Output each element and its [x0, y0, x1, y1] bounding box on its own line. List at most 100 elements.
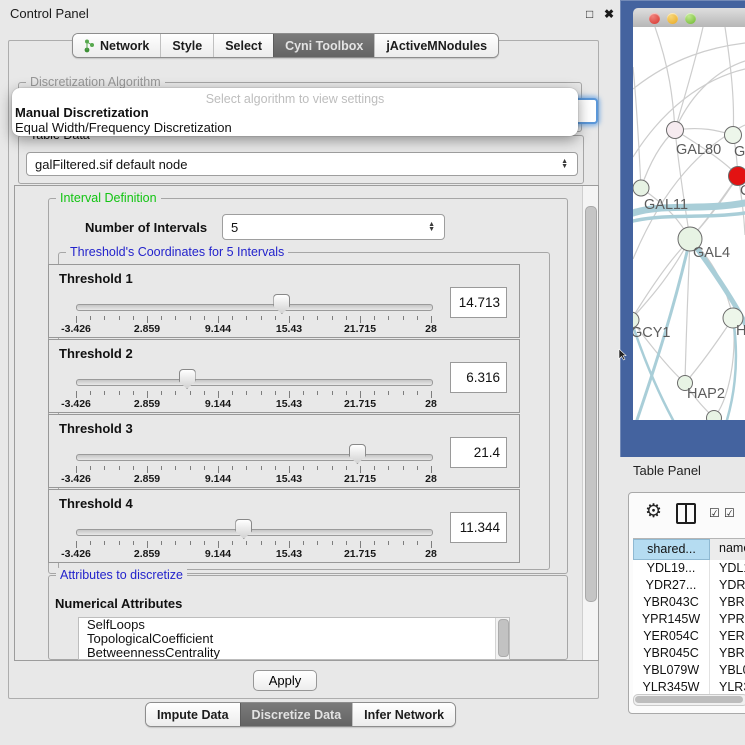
- close-traffic-light-icon[interactable]: [649, 13, 660, 24]
- tab-impute-data[interactable]: Impute Data: [146, 703, 240, 726]
- network-window-titlebar[interactable]: [633, 8, 745, 28]
- column-header-shared-name[interactable]: shared...: [633, 539, 710, 560]
- node-top-right[interactable]: [725, 127, 742, 144]
- tab-cyni-toolbox[interactable]: Cyni Toolbox: [273, 34, 374, 57]
- attributes-scrollbar[interactable]: [495, 618, 509, 659]
- split-view-icon[interactable]: [676, 503, 696, 524]
- slider-scale-label: 15.43: [276, 473, 302, 485]
- slider-tick: [175, 391, 176, 395]
- slider-tick: [403, 316, 404, 320]
- table-row[interactable]: YPR145WYPR1: [633, 611, 745, 628]
- cell-shared-name[interactable]: YER054C: [633, 628, 710, 645]
- cell-name[interactable]: YPR1: [710, 611, 745, 628]
- slider-tick: [204, 391, 205, 395]
- close-icon[interactable]: ✖: [604, 7, 614, 21]
- discretization-algorithm-title: Discretization Algorithm: [26, 75, 165, 89]
- threshold-slider-handle[interactable]: [349, 444, 366, 464]
- slider-tick: [161, 541, 162, 545]
- threshold-slider-track[interactable]: [76, 379, 433, 386]
- cell-shared-name[interactable]: YBR043C: [633, 594, 710, 611]
- tab-label: Select: [225, 39, 262, 53]
- cell-name[interactable]: YER0: [710, 628, 745, 645]
- threshold-slider-track[interactable]: [76, 529, 433, 536]
- network-canvas[interactable]: GAL80GACYGAL11GAL4GCY1HHAP2: [633, 27, 745, 420]
- threshold-slider-handle[interactable]: [179, 369, 196, 389]
- combo-stepper-icon: ▲▼: [428, 222, 436, 232]
- zoom-traffic-light-icon[interactable]: [685, 13, 696, 24]
- slider-tick: [360, 391, 361, 398]
- threshold-slider-track[interactable]: [76, 454, 433, 461]
- table-data-combobox[interactable]: galFiltered.sif default node ▲▼: [26, 152, 578, 176]
- slider-tick: [289, 466, 290, 473]
- table-row[interactable]: YER054CYER0: [633, 628, 745, 645]
- slider-tick: [119, 541, 120, 545]
- table-row[interactable]: YBR043CYBR0: [633, 594, 745, 611]
- cell-name[interactable]: YBR0: [710, 645, 745, 662]
- slider-tick: [417, 316, 418, 320]
- popup-item-manual-discretization[interactable]: Manual Discretization: [12, 106, 578, 121]
- table-row[interactable]: YDL19...YDL1: [633, 560, 745, 577]
- table-header-row: shared... name: [633, 538, 745, 561]
- table-row[interactable]: YBL079WYBL0: [633, 662, 745, 679]
- cell-shared-name[interactable]: YPR145W: [633, 611, 710, 628]
- mouse-cursor: [618, 349, 628, 361]
- threshold-slider-handle[interactable]: [235, 519, 252, 539]
- column-header-name[interactable]: name: [710, 539, 745, 560]
- network-edge: [725, 27, 734, 135]
- attributes-scrollbar-thumb[interactable]: [498, 619, 509, 657]
- popup-item-equal-width-frequency-discretization[interactable]: Equal Width/Frequency Discretization: [12, 121, 578, 136]
- threshold-value-field[interactable]: 14.713: [450, 287, 507, 318]
- slider-tick: [431, 466, 432, 473]
- tab-style[interactable]: Style: [160, 34, 213, 57]
- threshold-value-field[interactable]: 21.4: [450, 437, 507, 468]
- slider-tick: [289, 316, 290, 323]
- slider-tick: [275, 466, 276, 470]
- horizontal-scrollbar[interactable]: [633, 694, 745, 706]
- slider-scale-label: 9.144: [205, 473, 231, 485]
- tab-jactivemnodules[interactable]: jActiveMNodules: [374, 34, 498, 57]
- apply-button[interactable]: Apply: [253, 670, 317, 691]
- tab-infer-network[interactable]: Infer Network: [352, 703, 455, 726]
- tab-select[interactable]: Select: [213, 34, 273, 57]
- cell-shared-name[interactable]: YDL19...: [633, 560, 710, 577]
- attribute-item-selfloops[interactable]: SelfLoops: [79, 618, 509, 632]
- number-of-intervals-combobox[interactable]: 5 ▲▼: [222, 214, 445, 240]
- cell-shared-name[interactable]: YBR045C: [633, 645, 710, 662]
- minimize-traffic-light-icon[interactable]: [667, 13, 678, 24]
- float-window-icon[interactable]: □: [586, 7, 593, 21]
- cell-name[interactable]: YDL1: [710, 560, 745, 577]
- cell-shared-name[interactable]: YDR27...: [633, 577, 710, 594]
- numerical-attributes-list[interactable]: SelfLoopsTopologicalCoefficientBetweenne…: [78, 617, 510, 660]
- gear-icon[interactable]: ⚙: [645, 500, 662, 523]
- threshold-slider-handle[interactable]: [273, 294, 290, 314]
- cell-name[interactable]: YDR2: [710, 577, 745, 594]
- checkbox-icon[interactable]: ☑: [709, 506, 721, 520]
- numerical-attributes-label: Numerical Attributes: [55, 596, 182, 611]
- node-gal80[interactable]: [667, 122, 684, 139]
- threshold-value-field[interactable]: 6.316: [450, 362, 507, 393]
- vertical-scrollbar-thumb[interactable]: [585, 206, 597, 602]
- slider-tick: [76, 316, 77, 323]
- table-row[interactable]: YBR045CYBR0: [633, 645, 745, 662]
- slider-tick: [403, 541, 404, 545]
- threshold-slider-track[interactable]: [76, 304, 433, 311]
- attribute-item-betweennesscentrality[interactable]: BetweennessCentrality: [79, 646, 509, 660]
- cell-name[interactable]: YBL0: [710, 662, 745, 679]
- slider-tick: [346, 466, 347, 470]
- network-window[interactable]: GAL80GACYGAL11GAL4GCY1HHAP2: [620, 0, 745, 457]
- slider-scale-label: 2.859: [134, 323, 160, 335]
- tab-discretize-data[interactable]: Discretize Data: [240, 703, 353, 726]
- vertical-scrollbar[interactable]: [582, 186, 598, 660]
- checkbox-icon[interactable]: ☑: [724, 506, 736, 520]
- popup-header: Select algorithm to view settings: [12, 88, 578, 106]
- tab-network[interactable]: Network: [73, 34, 160, 57]
- threshold-value-field[interactable]: 11.344: [450, 512, 507, 543]
- cell-name[interactable]: YBR0: [710, 594, 745, 611]
- cell-shared-name[interactable]: YBL079W: [633, 662, 710, 679]
- table-row[interactable]: YDR27...YDR2: [633, 577, 745, 594]
- node-gal11[interactable]: [633, 180, 649, 196]
- attribute-item-topologicalcoefficient[interactable]: TopologicalCoefficient: [79, 632, 509, 646]
- slider-tick: [346, 541, 347, 545]
- horizontal-scrollbar-thumb[interactable]: [635, 696, 743, 703]
- slider-tick: [275, 316, 276, 320]
